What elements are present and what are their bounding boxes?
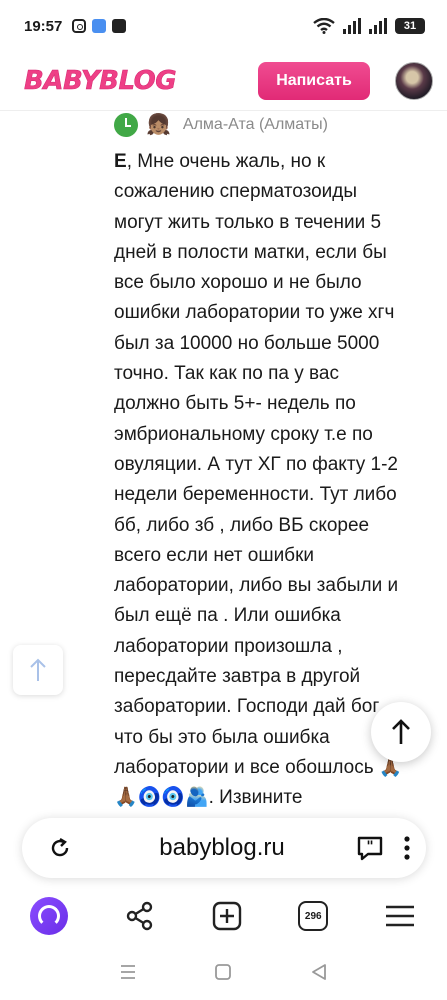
post-line: все было хорошо и не было [114,272,362,294]
post-line: эмбриональному сроку т.е по [114,423,373,445]
address-bar[interactable]: babyblog.ru " [22,818,426,878]
girl-emoji-icon: 👧🏽 [146,114,171,136]
post-line: что бы это была ошибка [114,726,330,748]
signal-icon [343,18,361,34]
post-line: дней в полости матки, если бы [114,241,387,263]
post-line: был за 10000 но больше 5000 [114,332,380,354]
battery-icon: 31 [395,18,425,34]
recent-apps-icon[interactable] [119,964,137,980]
post-line: заборатории. Господи дай бог [114,696,380,718]
alice-assistant-icon[interactable] [30,897,68,935]
post-author-row: 👧🏽 Алма-Ата (Алматы) [114,113,328,137]
wifi-icon [313,18,335,34]
comment-quote-icon[interactable]: " [356,835,384,861]
post-line: могут жить только в течении 5 [114,211,382,233]
clock-icon [114,113,138,137]
write-button[interactable]: Написать [258,62,370,100]
browser-toolbar: 296 [0,888,447,944]
post-line: должно быть 5+- недель по [114,393,356,415]
share-icon[interactable] [125,901,155,931]
post-line: ошибки лаборатории то уже хгч [114,302,395,324]
home-icon[interactable] [214,963,232,981]
post-line: Е, Мне очень жаль, но к [114,151,326,172]
post-line: пересдайте завтра в другой [114,666,361,688]
post-line: всего если нет ошибки [114,544,314,566]
site-header: BABYBLOG Написать [0,52,447,110]
reload-icon[interactable] [48,836,72,860]
post-addressee: Е [114,151,127,172]
post-line: овуляции. А тут ХГ по факту 1-2 [114,453,398,475]
url-text[interactable]: babyblog.ru [88,834,356,862]
post-line: лаборатории и все обошлось 🙏🏾 [114,756,403,778]
author-location: Алма-Ата (Алматы) [182,116,328,133]
post-line: лаборатории, либо вы забыли и [114,575,399,597]
post-text: Е, Мне очень жаль, но к сожалению сперма… [114,147,404,808]
status-bar: 19:57 31 [0,0,447,52]
babyblog-logo[interactable]: BABYBLOG [24,66,177,97]
post-line: точно. Так как по па у вас [114,363,339,385]
scroll-up-button-small[interactable] [13,645,63,695]
system-navigation-bar [0,944,447,1000]
signal-icon [369,18,387,34]
status-time: 19:57 [24,17,63,35]
new-tab-icon[interactable] [212,901,242,931]
instagram-icon [72,19,87,33]
message-app-icon [112,19,127,33]
post-line: лаборатории произошла , [114,635,343,657]
post-line: бб, либо зб , либо ВБ скорее [114,514,370,536]
post-content: 👧🏽 Алма-Ата (Алматы) Е, Мне очень жаль, … [0,110,447,808]
menu-icon[interactable] [385,905,415,927]
post-line: сожалению сперматозоиды [114,181,358,203]
arrow-up-icon [392,719,410,744]
post-line: 🙏🏾🧿🧿🫂. Извините [114,787,303,808]
tabs-count-icon[interactable]: 296 [298,901,329,931]
arrow-up-icon [30,658,46,681]
post-line: недели беременности. Тут либо [114,484,397,506]
cloud-app-icon [92,19,107,33]
scroll-to-top-button[interactable] [371,702,431,762]
user-avatar[interactable] [395,62,433,100]
back-icon[interactable] [310,963,328,981]
post-line: был ещё па . Или ошибка [114,605,341,627]
more-vert-icon[interactable] [404,836,410,860]
svg-text:": " [366,839,373,855]
